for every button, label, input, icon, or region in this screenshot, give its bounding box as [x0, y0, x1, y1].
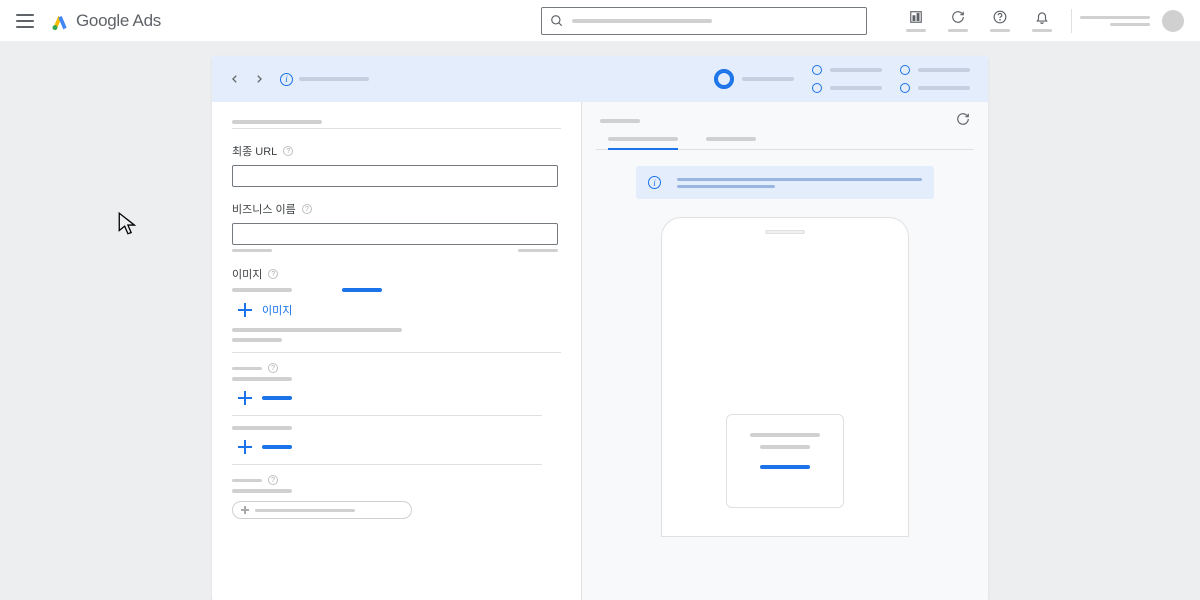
step-current[interactable] — [714, 69, 794, 89]
editor-panel: i 최종 URL? 비즈니스 — [212, 56, 988, 600]
add-chip[interactable] — [232, 501, 412, 519]
link-text[interactable] — [342, 288, 382, 292]
reports-button[interactable] — [895, 9, 937, 32]
description-text — [232, 328, 402, 332]
google-ads-logo-icon — [50, 11, 70, 31]
forward-arrow[interactable] — [254, 72, 264, 87]
info-icon: i — [648, 176, 661, 189]
divider — [1071, 9, 1072, 33]
plus-icon — [238, 440, 252, 454]
bar-chart-icon — [909, 10, 923, 24]
help-icon[interactable]: ? — [302, 204, 312, 214]
field-value — [232, 489, 292, 493]
form-pane: 최종 URL? 비즈니스 이름? 이미지? 이미지 ? ? — [212, 102, 582, 600]
back-arrow[interactable] — [230, 72, 240, 87]
images-label: 이미지? — [232, 266, 561, 282]
account-info[interactable] — [1080, 16, 1150, 26]
notifications-button[interactable] — [1021, 9, 1063, 32]
step-item[interactable] — [900, 83, 970, 93]
final-url-input[interactable] — [232, 165, 558, 187]
search-icon — [550, 14, 564, 28]
refresh-icon — [951, 10, 965, 24]
char-count — [518, 249, 558, 252]
step-item[interactable] — [812, 83, 882, 93]
bell-icon — [1035, 10, 1049, 24]
final-url-label: 최종 URL? — [232, 143, 561, 159]
plus-icon — [238, 303, 252, 317]
sub-label — [232, 288, 292, 292]
field-value — [232, 426, 292, 430]
plus-icon — [241, 506, 249, 514]
help-icon[interactable]: ? — [283, 146, 293, 156]
hamburger-icon[interactable] — [16, 12, 34, 30]
section-header — [232, 120, 322, 124]
step-item[interactable] — [900, 65, 970, 75]
field-label — [232, 479, 262, 482]
app-header: Google Ads — [0, 0, 1200, 42]
stepper-bar: i — [212, 56, 988, 102]
preview-title — [600, 119, 640, 123]
field-value — [232, 377, 292, 381]
preview-tab-2[interactable] — [706, 137, 756, 149]
phone-speaker — [765, 230, 805, 234]
field-label — [232, 367, 262, 370]
preview-tab-1[interactable] — [608, 137, 678, 149]
refresh-icon — [956, 112, 970, 126]
help-button[interactable] — [979, 9, 1021, 32]
help-icon[interactable]: ? — [268, 475, 278, 485]
ad-preview-card — [726, 414, 844, 508]
phone-preview — [661, 217, 909, 537]
avatar[interactable] — [1162, 10, 1184, 32]
add-item-button[interactable] — [238, 440, 561, 454]
description-text — [232, 338, 282, 342]
search-input[interactable] — [541, 7, 867, 35]
search-placeholder — [572, 19, 712, 23]
info-banner: i — [636, 166, 934, 199]
business-name-input[interactable] — [232, 223, 558, 245]
info-icon[interactable]: i — [280, 73, 293, 86]
help-icon — [993, 10, 1007, 24]
refresh-preview-button[interactable] — [956, 112, 970, 129]
preview-tabs — [596, 137, 974, 150]
refresh-button[interactable] — [937, 9, 979, 32]
main-background: i 최종 URL? 비즈니스 — [0, 42, 1200, 600]
add-item-button[interactable] — [238, 391, 561, 405]
help-icon[interactable]: ? — [268, 269, 278, 279]
business-name-label: 비즈니스 이름? — [232, 201, 561, 217]
brand-text: Google Ads — [76, 11, 161, 31]
add-image-button[interactable]: 이미지 — [238, 302, 561, 318]
breadcrumb — [299, 77, 369, 81]
hint-text — [232, 249, 272, 252]
preview-pane: i — [582, 102, 988, 600]
header-actions — [895, 9, 1184, 33]
step-item[interactable] — [812, 65, 882, 75]
brand-logo[interactable]: Google Ads — [50, 11, 161, 31]
plus-icon — [238, 391, 252, 405]
content-split: 최종 URL? 비즈니스 이름? 이미지? 이미지 ? ? — [212, 102, 988, 600]
ad-cta — [760, 465, 810, 469]
help-icon[interactable]: ? — [268, 363, 278, 373]
